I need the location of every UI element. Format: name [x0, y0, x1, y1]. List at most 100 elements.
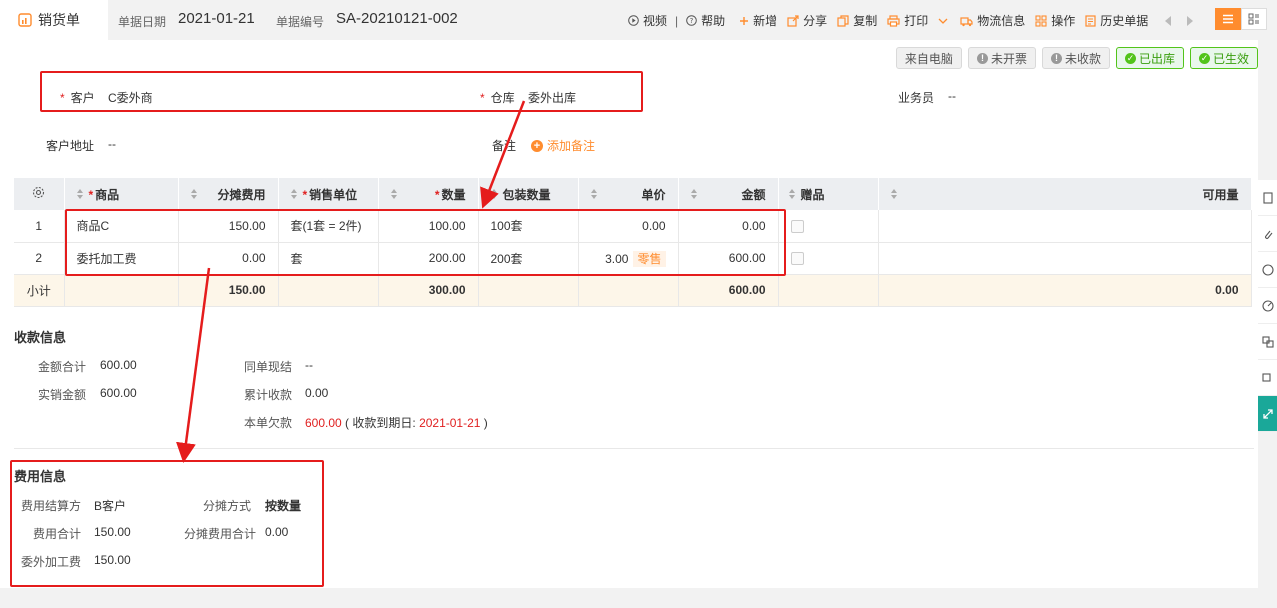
- rail-money-button[interactable]: [1258, 252, 1277, 288]
- document-icon: [1085, 14, 1096, 27]
- fee-cell[interactable]: 0.00: [178, 242, 279, 275]
- help-button[interactable]: ? 帮助: [686, 12, 725, 29]
- copy-button[interactable]: 复制: [837, 12, 877, 29]
- sort-icon: [490, 189, 497, 199]
- grid-icon: [1035, 14, 1047, 27]
- warehouse-field[interactable]: 委外出库: [528, 89, 576, 106]
- truck-icon: [1261, 372, 1271, 382]
- qty-cell[interactable]: 100.00: [378, 210, 479, 243]
- prev-button[interactable]: [1164, 15, 1176, 26]
- customer-field[interactable]: C委外商: [108, 89, 153, 106]
- product-cell[interactable]: 委托加工费: [64, 242, 179, 275]
- status-badges: 来自电脑 ! 未开票 ! 未收款 ✓ 已出库 ✓ 已生效: [890, 47, 1258, 69]
- list-icon: [1223, 14, 1233, 24]
- customer-label: * 客户: [60, 91, 95, 105]
- unit-cell[interactable]: 套: [278, 242, 379, 275]
- rail-attach-button[interactable]: [1258, 216, 1277, 252]
- qty-cell[interactable]: 200.00: [378, 242, 479, 275]
- order-no-value: SA-20210121-002: [336, 10, 458, 27]
- list-view-button[interactable]: [1215, 8, 1241, 30]
- fee-total-value: 150.00: [94, 525, 131, 539]
- print-button[interactable]: 打印: [887, 12, 928, 29]
- copy-icon: [837, 14, 849, 27]
- operate-button[interactable]: 操作: [1035, 12, 1075, 29]
- video-button[interactable]: 视频: [628, 12, 667, 29]
- subtotal-qty: 300.00: [378, 274, 479, 307]
- amount-cell[interactable]: 0.00: [678, 210, 779, 243]
- gift-checkbox[interactable]: [790, 252, 804, 266]
- gift-cell: [778, 242, 879, 275]
- alloc-value: 0.00: [265, 525, 289, 539]
- money-icon: [1261, 263, 1274, 276]
- pack-cell[interactable]: 100套: [478, 210, 579, 243]
- history-button[interactable]: 历史单据: [1085, 12, 1148, 29]
- source-badge: 来自电脑: [895, 47, 962, 69]
- rail-expand-button[interactable]: [1258, 396, 1277, 432]
- cash-value[interactable]: --: [305, 358, 313, 372]
- received-value: 0.00: [305, 386, 329, 400]
- unit-cell[interactable]: 套(1套 = 2件): [278, 210, 379, 243]
- column-available[interactable]: 可用量: [878, 178, 1252, 210]
- column-qty[interactable]: * 数量: [378, 178, 479, 210]
- method-value[interactable]: 按数量: [265, 497, 301, 514]
- salesman-field[interactable]: --: [948, 89, 956, 103]
- remark-label: 备注: [492, 139, 517, 153]
- settle-value[interactable]: B客户: [94, 497, 126, 514]
- detail-view-button[interactable]: [1241, 8, 1267, 30]
- settle-label: 费用结算方: [21, 499, 82, 513]
- rail-gauge-button[interactable]: [1258, 288, 1277, 324]
- next-button[interactable]: [1186, 15, 1198, 26]
- table-header: * 商品 分摊费用 * 销售单位 * 数量 包装数量 单价 金额 赠品 可用量: [14, 178, 1252, 210]
- price-cell[interactable]: 3.00 零售: [578, 242, 679, 275]
- payment-badge: ! 未收款: [1041, 47, 1110, 69]
- pack-cell[interactable]: 200套: [478, 242, 579, 275]
- logistics-button[interactable]: 物流信息: [960, 12, 1025, 29]
- available-cell: [878, 210, 1252, 243]
- sort-icon: [890, 189, 897, 199]
- gift-checkbox[interactable]: [790, 219, 804, 233]
- add-remark-button[interactable]: + 添加备注: [531, 137, 595, 154]
- new-button[interactable]: 新增: [739, 12, 777, 29]
- row-number: 2: [14, 242, 65, 275]
- table-row[interactable]: 2 委托加工费 0.00 套 200.00 200套 3.00 零售 600.00: [14, 242, 1252, 275]
- rail-link-button[interactable]: [1258, 324, 1277, 360]
- column-unit[interactable]: * 销售单位: [278, 178, 379, 210]
- plus-circle-icon: +: [531, 139, 543, 152]
- column-gift[interactable]: 赠品: [778, 178, 879, 210]
- table-row[interactable]: 1 商品C 150.00 套(1套 = 2件) 100.00 100套 0.00…: [14, 210, 1252, 243]
- product-cell[interactable]: 商品C: [64, 210, 179, 243]
- column-product[interactable]: * 商品: [64, 178, 179, 210]
- rail-truck-button[interactable]: [1258, 360, 1277, 396]
- exclamation-icon: !: [976, 52, 988, 64]
- address-label: 客户地址: [46, 139, 95, 153]
- address-field[interactable]: --: [108, 137, 116, 151]
- toolbar: 视频 | ? 帮助 新增 分享 复制 打印 物流信息 操作 历史单据: [628, 12, 1208, 29]
- column-settings[interactable]: [14, 178, 65, 210]
- share-icon: [787, 14, 799, 27]
- link-icon: [1261, 335, 1274, 348]
- exclamation-icon: !: [1050, 52, 1062, 64]
- rail-doc-button[interactable]: [1258, 180, 1277, 216]
- share-button[interactable]: 分享: [787, 12, 827, 29]
- caret-left-icon: [1165, 15, 1172, 26]
- column-amount[interactable]: 金额: [678, 178, 779, 210]
- column-pack[interactable]: 包装数量: [478, 178, 579, 210]
- outsource-value: 150.00: [94, 553, 131, 567]
- check-icon: ✓: [1198, 52, 1210, 64]
- amount-cell[interactable]: 600.00: [678, 242, 779, 275]
- received-label: 累计收款: [244, 388, 293, 402]
- gear-icon: [33, 186, 45, 199]
- sort-icon: [290, 189, 297, 199]
- gift-cell: [778, 210, 879, 243]
- document-icon: [1262, 191, 1273, 204]
- actual-amount-value: 600.00: [100, 386, 137, 400]
- subtotal-label: 小计: [14, 274, 65, 307]
- column-price[interactable]: 单价: [578, 178, 679, 210]
- total-amount-label: 金额合计: [38, 360, 87, 374]
- fee-cell[interactable]: 150.00: [178, 210, 279, 243]
- column-fee[interactable]: 分摊费用: [178, 178, 279, 210]
- print-dropdown[interactable]: [938, 17, 952, 25]
- toolbar-separator: |: [675, 13, 679, 28]
- tab-sales-order[interactable]: 销货单: [0, 0, 108, 40]
- price-cell[interactable]: 0.00: [578, 210, 679, 243]
